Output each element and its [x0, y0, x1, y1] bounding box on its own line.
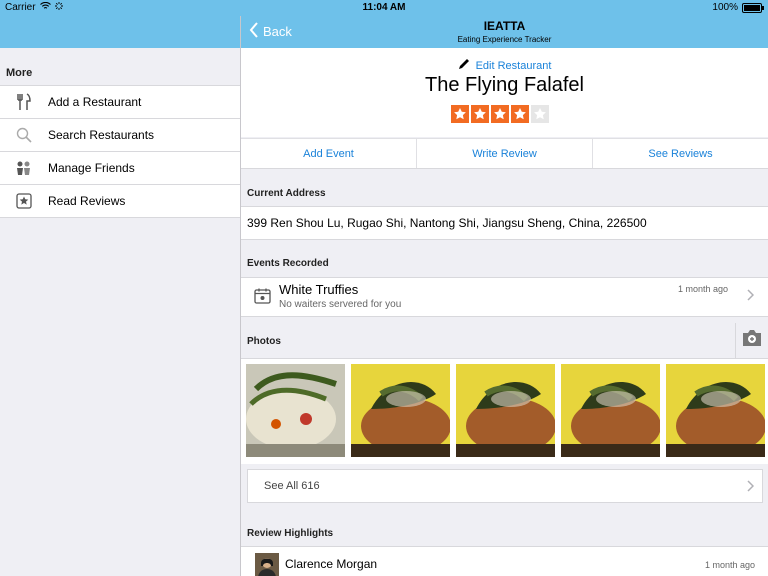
battery-icon: [742, 2, 764, 13]
event-row[interactable]: White Truffies No waiters servered for y…: [241, 277, 768, 317]
review-row[interactable]: Clarence Morgan 1 month ago: [241, 546, 768, 576]
star-empty-icon: [531, 105, 549, 123]
reviewer-name: Clarence Morgan: [285, 557, 378, 571]
nav-subtitle: Eating Experience Tracker: [457, 35, 552, 44]
sidebar: More Add a Restaurant Search Restaurants…: [0, 0, 241, 576]
sidebar-item-read-reviews[interactable]: Read Reviews: [0, 185, 240, 218]
edit-restaurant-label: Edit Restaurant: [475, 59, 552, 72]
photo-thumbnail[interactable]: [351, 364, 450, 457]
address-section-title: Current Address: [247, 188, 326, 199]
review-time: 1 month ago: [704, 560, 755, 570]
event-time: 1 month ago: [677, 284, 728, 294]
star-box-icon: [12, 192, 36, 210]
see-all-wrap: See All 616: [241, 464, 768, 510]
sidebar-navbar: [0, 16, 240, 48]
sidebar-item-label: Search Restaurants: [48, 128, 155, 142]
add-event-button[interactable]: Add Event: [241, 139, 417, 168]
sidebar-item-search-restaurants[interactable]: Search Restaurants: [0, 119, 240, 152]
sidebar-menu: Add a Restaurant Search Restaurants Mana…: [0, 85, 240, 218]
sidebar-item-label: Manage Friends: [48, 161, 135, 175]
sidebar-item-manage-friends[interactable]: Manage Friends: [0, 152, 240, 185]
rating-stars: [451, 105, 549, 123]
sidebar-item-label: Read Reviews: [48, 194, 126, 208]
calendar-icon: [254, 288, 271, 309]
battery-percent: 100%: [712, 2, 738, 13]
photo-thumbnail[interactable]: [666, 364, 765, 457]
photos-header: Photos: [241, 318, 768, 359]
star-filled-icon: [471, 105, 489, 123]
star-filled-icon: [491, 105, 509, 123]
chevron-right-icon: [747, 479, 755, 495]
pencil-icon: [458, 58, 470, 73]
nav-title: IEATTA: [483, 19, 526, 33]
photo-thumbnail[interactable]: [246, 364, 345, 457]
photos-section-title: Photos: [247, 336, 281, 347]
search-icon: [12, 126, 36, 144]
action-bar: Add Event Write Review See Reviews: [241, 138, 768, 169]
restaurant-name: The Flying Falafel: [425, 74, 584, 96]
star-filled-icon: [511, 105, 529, 123]
friends-icon: [12, 159, 36, 177]
photo-thumbnail[interactable]: [561, 364, 660, 457]
see-reviews-button[interactable]: See Reviews: [593, 139, 768, 168]
navbar: Back IEATTA Eating Experience Tracker: [241, 16, 768, 48]
avatar: [255, 553, 279, 576]
event-title: White Truffies: [279, 282, 359, 297]
sidebar-section-title: More: [6, 67, 33, 79]
photo-strip: [241, 359, 768, 465]
restaurant-header: Edit Restaurant The Flying Falafel: [241, 48, 768, 137]
main-panel: Back IEATTA Eating Experience Tracker Ed…: [241, 0, 768, 576]
event-subtitle: No waiters servered for you: [279, 299, 402, 310]
see-all-photos-button[interactable]: See All 616: [247, 469, 763, 503]
status-time: 11:04 AM: [362, 2, 406, 13]
events-section-title: Events Recorded: [247, 258, 329, 269]
sidebar-item-label: Add a Restaurant: [48, 95, 142, 109]
photo-thumbnail[interactable]: [456, 364, 555, 457]
address-text: 399 Ren Shou Lu, Rugao Shi, Nantong Shi,…: [247, 216, 647, 230]
write-review-button[interactable]: Write Review: [417, 139, 593, 168]
status-bar: Carrier 11:04 AM 100%: [0, 0, 768, 16]
reviews-section-title: Review Highlights: [247, 528, 334, 539]
address-card: 399 Ren Shou Lu, Rugao Shi, Nantong Shi,…: [241, 206, 768, 240]
see-all-label: See All 616: [264, 480, 320, 492]
star-filled-icon: [451, 105, 469, 123]
edit-restaurant-link[interactable]: Edit Restaurant: [241, 58, 768, 73]
fork-knife-icon: [12, 93, 36, 111]
camera-icon: [741, 329, 763, 352]
chevron-right-icon: [747, 288, 755, 304]
add-photo-button[interactable]: [735, 323, 768, 358]
sidebar-item-add-restaurant[interactable]: Add a Restaurant: [0, 86, 240, 119]
